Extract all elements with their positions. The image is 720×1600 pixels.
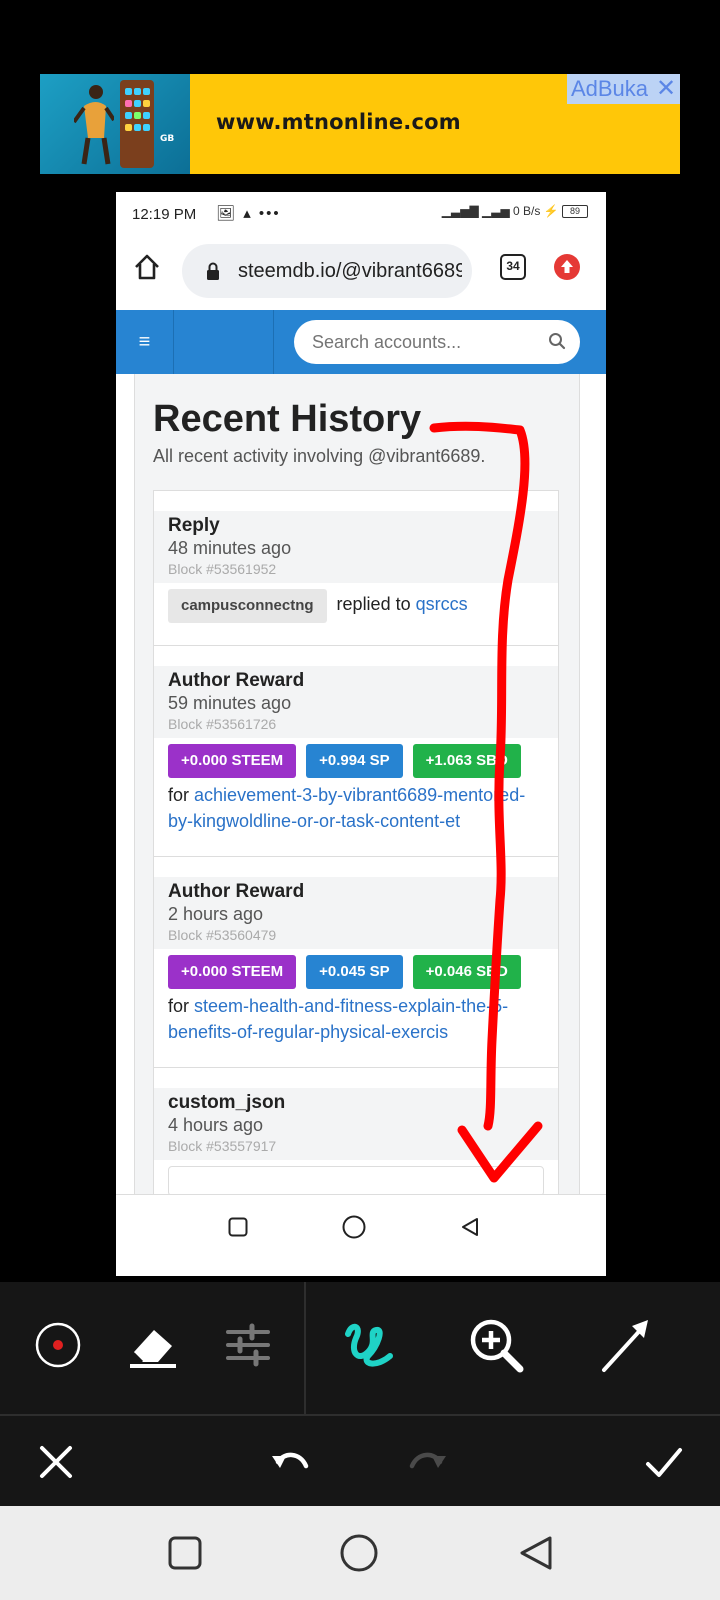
json-box — [168, 1166, 544, 1194]
history-item: Author Reward 59 minutes ago Block #5356… — [153, 645, 559, 856]
operation-type: Author Reward — [168, 670, 305, 691]
sbd-reward-badge: +0.046 SBD — [412, 955, 521, 989]
signal-icon: ▁▃▅▇ ▁▃▅ 0 B/s ⚡ — [441, 204, 559, 218]
page-subtitle: All recent activity involving @vibrant66… — [153, 446, 486, 466]
operation-time: 48 minutes ago — [168, 538, 292, 558]
editor-actions — [0, 1414, 720, 1506]
reward-tags: +0.000 STEEM +0.045 SP +0.046 SBD — [168, 955, 544, 989]
history-item-header: Author Reward 59 minutes ago Block #5356… — [154, 666, 558, 738]
system-navbar — [116, 1194, 606, 1258]
close-icon[interactable] — [32, 1438, 80, 1486]
redo-icon[interactable] — [404, 1438, 452, 1486]
sp-reward-badge: +0.994 SP — [306, 744, 403, 778]
notification-icons: 🖼 ▴ ••• — [216, 205, 281, 222]
ad-badge: GB — [160, 134, 175, 144]
recents-icon[interactable] — [164, 1532, 206, 1574]
home-button-icon[interactable] — [338, 1532, 380, 1574]
site-navbar: ≡ — [116, 310, 606, 374]
address-bar[interactable]: steemdb.io/@vibrant6689 — [182, 244, 472, 298]
status-bar: 12:19 PM 🖼 ▴ ••• ▁▃▅▇ ▁▃▅ 0 B/s ⚡ 89 — [116, 192, 606, 236]
block-number[interactable]: Block #53561952 — [168, 561, 544, 577]
history-item: Reply 48 minutes ago Block #53561952 cam… — [153, 490, 559, 645]
home-icon[interactable] — [132, 252, 162, 282]
card-top-gap — [154, 857, 558, 877]
zoom-in-icon[interactable] — [466, 1312, 526, 1378]
ad-url-text: www.mtnonline.com — [216, 110, 461, 134]
block-number[interactable]: Block #53560479 — [168, 927, 544, 943]
block-number[interactable]: Block #53557917 — [168, 1138, 544, 1154]
ad-phone-illustration — [120, 80, 154, 168]
post-link[interactable]: achievement-3-by-vibrant6689-mentored-by… — [168, 785, 525, 831]
sp-reward-badge: +0.045 SP — [306, 955, 403, 989]
for-label: for — [168, 785, 190, 805]
history-item-header: Reply 48 minutes ago Block #53561952 — [154, 511, 558, 583]
history-item-header: Author Reward 2 hours ago Block #5356047… — [154, 877, 558, 949]
pen-icon[interactable] — [338, 1312, 398, 1378]
operation-time: 4 hours ago — [168, 1115, 264, 1135]
record-icon[interactable] — [28, 1312, 88, 1378]
tab-count-button[interactable]: 34 — [500, 254, 526, 280]
action-text: replied to — [336, 594, 411, 614]
operation-time: 2 hours ago — [168, 904, 264, 924]
history-item: custom_json 4 hours ago Block #53557917 — [153, 1067, 559, 1194]
history-item-body: +0.000 STEEM +0.045 SP +0.046 SBD for st… — [154, 949, 558, 1067]
recents-icon[interactable] — [228, 1217, 248, 1237]
for-label: for — [168, 996, 190, 1016]
upload-icon[interactable] — [554, 254, 580, 280]
block-number[interactable]: Block #53561726 — [168, 716, 544, 732]
steem-reward-badge: +0.000 STEEM — [168, 955, 297, 989]
post-link[interactable]: steem-health-and-fitness-explain-the-5-b… — [168, 996, 508, 1042]
navbar-divider — [273, 310, 274, 374]
screen: GB www.mtnonline.com AdBuka ✕ 12:19 PM 🖼… — [0, 0, 720, 1600]
back-icon[interactable] — [460, 1217, 480, 1237]
ad-brand-label: AdBuka — [566, 74, 652, 104]
history-item: Author Reward 2 hours ago Block #5356047… — [153, 856, 559, 1067]
confirm-icon[interactable] — [640, 1438, 688, 1486]
sbd-reward-badge: +1.063 SBD — [412, 744, 521, 778]
eraser-icon[interactable] — [122, 1312, 182, 1378]
adjust-icon[interactable] — [218, 1312, 278, 1378]
search-icon[interactable] — [548, 332, 566, 350]
status-time: 12:19 PM — [132, 206, 197, 223]
undo-icon[interactable] — [266, 1438, 314, 1486]
editor-toolbar — [0, 1282, 720, 1414]
back-icon[interactable] — [514, 1532, 556, 1574]
search-field[interactable] — [294, 320, 580, 364]
home-button-icon[interactable] — [342, 1215, 366, 1239]
card-top-gap — [154, 491, 558, 511]
ad-image: GB — [40, 74, 190, 174]
history-item-body — [154, 1160, 558, 1194]
reward-tags: +0.000 STEEM +0.994 SP +1.063 SBD — [168, 744, 544, 778]
target-link[interactable]: qsrccs — [416, 594, 468, 614]
card-top-gap — [154, 646, 558, 666]
card-top-gap — [154, 1068, 558, 1088]
main-content: Recent History All recent activity invol… — [134, 374, 580, 1194]
history-list: Reply 48 minutes ago Block #53561952 cam… — [153, 490, 559, 1194]
browser-toolbar: steemdb.io/@vibrant6689 34 — [116, 236, 606, 302]
toolbar-divider — [304, 1282, 306, 1414]
battery-icon: 89 — [562, 205, 588, 219]
history-item-body: +0.000 STEEM +0.994 SP +1.063 SBD for ac… — [154, 738, 558, 856]
ad-close-icon[interactable]: ✕ — [652, 74, 680, 104]
search-input[interactable] — [312, 320, 532, 364]
page-title: Recent History — [153, 398, 422, 440]
operation-type: custom_json — [168, 1092, 286, 1113]
url-text: steemdb.io/@vibrant6689 — [238, 260, 462, 282]
system-status-icons: ▁▃▅▇ ▁▃▅ 0 B/s ⚡ 89 — [441, 204, 588, 219]
operation-type: Author Reward — [168, 881, 305, 902]
screenshot-frame: 12:19 PM 🖼 ▴ ••• ▁▃▅▇ ▁▃▅ 0 B/s ⚡ 89 ste… — [116, 192, 606, 1276]
ad-person-illustration — [74, 85, 114, 165]
ad-banner[interactable]: GB www.mtnonline.com AdBuka ✕ — [40, 74, 680, 174]
lock-icon — [207, 262, 219, 280]
account-tag[interactable]: campusconnectng — [168, 589, 327, 623]
operation-type: Reply — [168, 515, 220, 536]
device-navbar — [0, 1506, 720, 1600]
operation-time: 59 minutes ago — [168, 693, 292, 713]
history-item-header: custom_json 4 hours ago Block #53557917 — [154, 1088, 558, 1160]
steem-reward-badge: +0.000 STEEM — [168, 744, 297, 778]
menu-button[interactable]: ≡ — [116, 310, 174, 374]
arrow-icon[interactable] — [596, 1312, 656, 1378]
history-item-body: campusconnectng replied to qsrccs — [154, 583, 558, 645]
